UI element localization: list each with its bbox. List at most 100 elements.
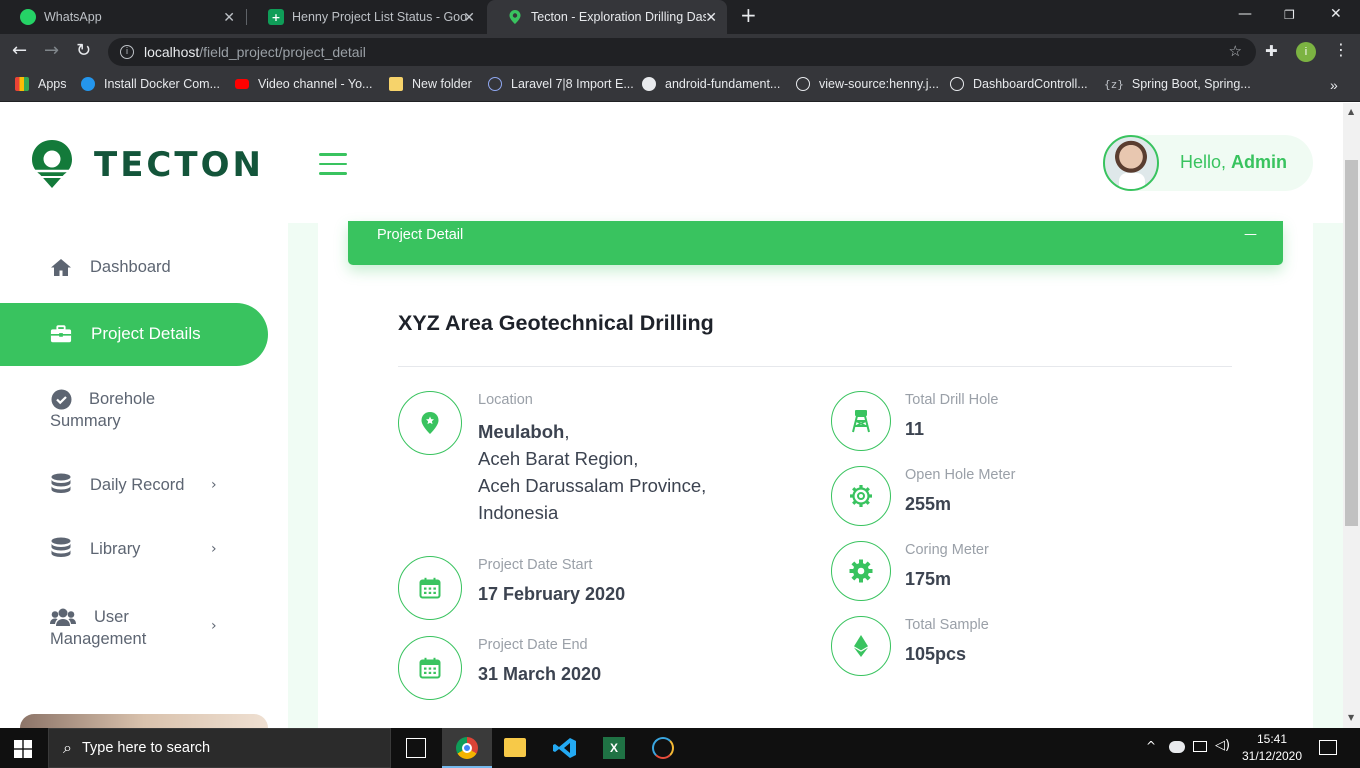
bookmark-label: New folder [412,77,472,91]
taskbar-search-input[interactable]: ⌕ Type here to search [48,728,391,768]
url-path: /field_project/project_detail [199,44,366,60]
panel-header[interactable]: Project Detail — [348,221,1283,265]
search-icon: ⌕ [63,738,72,757]
bookmark-github[interactable]: android-fundament... [642,77,780,91]
database-icon [50,537,72,559]
docker-icon [81,77,95,91]
location-province: Aceh Darussalam Province, [478,475,707,496]
new-tab-button[interactable]: + [740,3,757,27]
tab-google-sheets[interactable]: + Henny Project List Status - Googl ✕ [248,0,485,34]
sidebar-item-user-management[interactable]: User Management [50,605,146,649]
open-hole-meter-value: 255m [905,494,952,514]
file-explorer-icon[interactable] [504,738,526,757]
date-start-value: 17 February 2020 [478,584,626,604]
forward-button[interactable]: → [44,40,59,61]
sidebar-item-label-2: Management [50,630,147,648]
greeting-username: Admin [1231,152,1288,172]
sheets-icon: + [268,9,284,25]
tray-chevron-icon[interactable]: ^ [1146,739,1156,753]
page-scrollbar[interactable]: ▲ ▼ [1343,103,1360,728]
project-detail-card [318,223,1313,728]
users-icon [50,607,76,627]
user-menu[interactable]: Hello, Admin [1103,135,1313,191]
browser-toolbar: ← → ↻ i localhost/field_project/project_… [0,34,1360,70]
date-end-label: Project Date End [478,637,588,653]
notifications-icon[interactable] [1319,740,1337,755]
excel-icon[interactable]: X [603,737,625,759]
sidebar-item-dashboard[interactable]: Dashboard [50,257,171,277]
bookmark-dashboard-controller[interactable]: DashboardControll... [950,77,1088,91]
bookmark-docker[interactable]: Install Docker Com... [81,77,220,91]
bookmark-label: view-source:henny.j... [819,77,939,91]
sidebar-item-library[interactable]: Library [50,537,140,559]
sidebar-item-project-details[interactable]: Project Details [50,324,201,344]
window-close-button[interactable]: ✕ [1330,6,1342,22]
folder-icon [389,77,403,91]
volume-icon[interactable]: ◁) [1215,738,1230,753]
close-icon[interactable]: ✕ [463,9,475,26]
sidebar-item-daily-record[interactable]: Daily Record [50,473,185,495]
collapse-icon[interactable]: — [1244,227,1257,242]
tab-title: WhatsApp [44,10,102,24]
cog-solid-icon [831,541,891,601]
info-icon[interactable]: i [120,45,134,59]
app-page: TECTON Hello, Admin Dashboard Project De… [0,103,1343,728]
close-icon[interactable]: ✕ [223,9,235,26]
project-title: XYZ Area Geotechnical Drilling [398,311,714,335]
sidebar-item-label: Dashboard [90,257,171,276]
location-comma: , [564,421,570,442]
restore-button[interactable]: ❐ [1284,8,1295,22]
scrollbar-thumb[interactable] [1345,160,1358,526]
sidebar-item-borehole-summary[interactable]: Borehole Summary [50,387,155,431]
tab-title: Henny Project List Status - Googl [292,10,467,24]
globe-icon [950,77,964,91]
bookmark-youtube[interactable]: Video channel - Yo... [235,77,372,91]
stat-label: Total Sample [905,617,989,633]
reload-button[interactable]: ↻ [76,40,91,61]
bookmark-laravel[interactable]: Laravel 7|8 Import E... [488,77,634,91]
app-icon[interactable] [652,737,674,759]
task-view-icon[interactable] [406,738,426,758]
bookmark-view-source[interactable]: view-source:henny.j... [796,77,939,91]
hamburger-menu-icon[interactable] [319,153,347,175]
vscode-icon[interactable] [553,737,577,759]
bookmark-label: DashboardControll... [973,77,1088,91]
location-address: Meulaboh, Aceh Barat Region, Aceh Daruss… [478,418,706,526]
calendar-icon [398,556,462,620]
extensions-icon[interactable]: ✚ [1265,42,1278,60]
title-divider [398,366,1232,367]
more-bookmarks-icon[interactable]: » [1330,77,1338,93]
onedrive-icon[interactable] [1169,741,1185,753]
scroll-up-icon[interactable]: ▲ [1348,107,1354,116]
bookmark-label: Install Docker Com... [104,77,221,91]
bookmark-apps[interactable]: Apps [15,77,67,91]
bookmark-new-folder[interactable]: New folder [389,77,472,91]
menu-kebab-icon[interactable]: ⋮ [1333,40,1349,59]
laravel-icon [488,77,502,91]
tab-tecton[interactable]: Tecton - Exploration Drilling Dash ✕ [487,0,727,34]
date-start-label: Project Date Start [478,557,593,573]
address-bar[interactable]: i localhost/field_project/project_detail… [108,38,1256,66]
taskbar-chrome[interactable] [442,728,492,768]
search-placeholder: Type here to search [81,740,211,756]
calendar-icon [398,636,462,700]
profile-avatar[interactable]: i [1296,42,1316,62]
bookmark-spring-boot[interactable]: {z} Spring Boot, Spring... [1104,77,1251,91]
battery-icon[interactable] [1193,741,1207,752]
bookmark-star-icon[interactable]: ☆ [1229,42,1242,60]
minimize-button[interactable]: — [1238,6,1252,22]
scroll-down-icon[interactable]: ▼ [1348,713,1354,722]
back-button[interactable]: ← [12,40,27,61]
windows-start-icon[interactable] [14,740,32,758]
tab-whatsapp[interactable]: WhatsApp ✕ [0,0,245,34]
sidebar-item-label: Daily Record [90,475,185,494]
close-icon[interactable]: ✕ [705,9,717,26]
home-icon [50,257,72,277]
bookmark-label: Apps [38,77,67,91]
tab-divider [246,9,247,25]
browser-tab-strip: WhatsApp ✕ + Henny Project List Status -… [0,0,1360,34]
clock[interactable]: 15:41 31/12/2020 [1240,731,1304,765]
brand-logo-text: TECTON [94,145,264,185]
date-end-value: 31 March 2020 [478,664,602,684]
avatar[interactable] [1103,135,1159,191]
